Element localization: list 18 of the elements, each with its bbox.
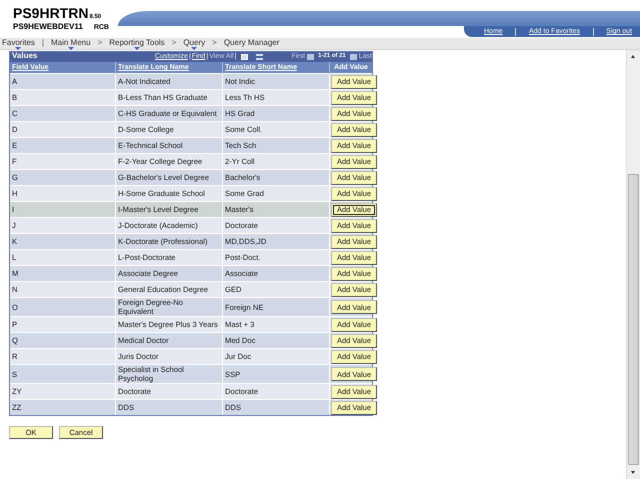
breadcrumb-link[interactable]: Query Manager <box>224 38 280 48</box>
server-name: PS9HEWEBDEV11 <box>13 22 83 31</box>
breadcrumb-separator: > <box>98 38 102 48</box>
menu-link[interactable]: Reporting Tools <box>109 38 165 48</box>
menu-link[interactable]: Query <box>183 38 206 48</box>
download-icon[interactable] <box>241 54 248 60</box>
breadcrumb-separator: | <box>42 38 44 48</box>
vertical-scrollbar[interactable] <box>626 50 640 479</box>
database-name: PS9HRTRN <box>13 6 88 21</box>
next-icon[interactable] <box>350 54 357 60</box>
scrollbar-thumb[interactable] <box>628 174 639 465</box>
menu-link[interactable]: Favorites <box>2 38 35 48</box>
breadcrumb-separator: > <box>212 38 217 48</box>
grid-title: Values <box>11 52 38 60</box>
menu-link[interactable]: Main Menu <box>50 38 91 48</box>
breadcrumb-separator: > <box>172 38 176 48</box>
grid-view-icon[interactable] <box>256 54 264 60</box>
previous-icon[interactable] <box>307 54 314 60</box>
